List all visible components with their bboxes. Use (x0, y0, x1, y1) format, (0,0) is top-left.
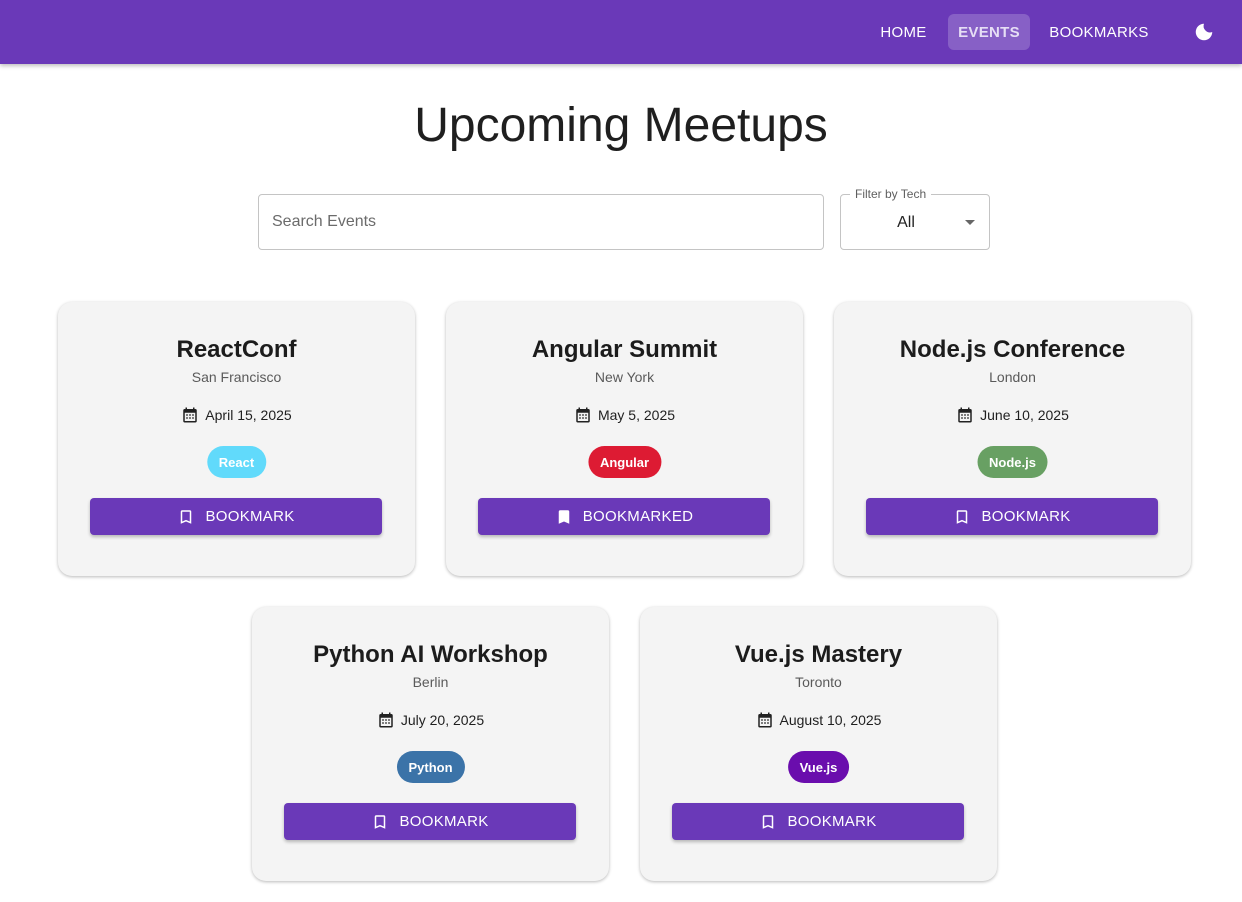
search-field[interactable] (258, 194, 824, 250)
calendar-icon (183, 407, 198, 423)
bookmark-filled-icon (558, 509, 569, 524)
event-date: May 5, 2025 (446, 406, 803, 424)
event-location: San Francisco (191, 369, 282, 385)
filter-value: All (897, 214, 915, 231)
page-title: Upcoming Meetups (414, 99, 828, 152)
bookmark-outline-icon (181, 509, 192, 524)
bookmark-button[interactable]: BOOKMARK (672, 803, 964, 840)
tech-tag: React (206, 446, 267, 478)
event-date: April 15, 2025 (58, 406, 415, 424)
bookmark-button[interactable]: BOOKMARK (866, 498, 1158, 535)
bookmark-button[interactable]: BOOKMARK (284, 803, 576, 840)
event-location: New York (594, 369, 655, 385)
bookmark-button-label: BOOKMARK (205, 508, 295, 525)
event-card: Python AI Workshop Berlin July 20, 2025 … (252, 607, 609, 881)
bookmark-outline-icon (763, 814, 774, 829)
bookmark-button[interactable]: BOOKMARK (90, 498, 382, 535)
tech-tag: Python (396, 751, 465, 783)
bookmark-button-label: BOOKMARK (399, 813, 489, 830)
theme-toggle-button[interactable] (1188, 16, 1220, 48)
app-bar: HOME EVENTS BOOKMARKS (0, 0, 1242, 64)
tech-filter-select[interactable]: Filter by Tech All (840, 187, 990, 250)
bookmarked-button[interactable]: BOOKMARKED (478, 498, 770, 535)
calendar-icon (757, 712, 772, 728)
event-date-text: April 15, 2025 (205, 407, 292, 423)
calendar-icon (958, 407, 972, 423)
event-location: Toronto (795, 674, 842, 690)
bookmark-button-label: BOOKMARKED (582, 508, 694, 525)
nav-bookmarks[interactable]: BOOKMARKS (1040, 14, 1158, 50)
bookmark-button-label: BOOKMARK (787, 813, 877, 830)
event-card: Angular Summit New York May 5, 2025 Angu… (446, 302, 803, 576)
moon-icon (1195, 23, 1213, 41)
bookmark-outline-icon (375, 814, 386, 829)
search-input[interactable] (259, 195, 823, 249)
nav-events[interactable]: EVENTS (948, 14, 1030, 50)
event-location: London (989, 369, 1036, 385)
event-date-text: August 10, 2025 (779, 712, 882, 728)
event-title: Vue.js Mastery (734, 641, 903, 668)
tech-tag: Vue.js (787, 751, 850, 783)
event-title: Python AI Workshop (313, 641, 548, 668)
event-date-text: June 10, 2025 (980, 407, 1069, 423)
event-title: Angular Summit (531, 336, 718, 363)
tech-tag: Angular (587, 446, 662, 478)
event-card: Vue.js Mastery Toronto August 10, 2025 V… (640, 607, 997, 881)
calendar-icon (379, 712, 393, 728)
event-date: July 20, 2025 (252, 711, 609, 729)
calendar-icon (576, 407, 590, 423)
event-date: June 10, 2025 (834, 406, 1191, 424)
event-card: ReactConf San Francisco April 15, 2025 R… (58, 302, 415, 576)
event-date-text: May 5, 2025 (597, 407, 676, 423)
event-title: ReactConf (176, 336, 297, 363)
event-card: Node.js Conference London June 10, 2025 … (834, 302, 1191, 576)
bookmark-outline-icon (957, 509, 968, 524)
event-date-text: July 20, 2025 (400, 712, 485, 728)
tech-tag: Node.js (977, 446, 1048, 478)
event-date: August 10, 2025 (640, 711, 997, 729)
event-title: Node.js Conference (899, 336, 1126, 363)
event-location: Berlin (412, 674, 449, 690)
nav-home[interactable]: HOME (870, 14, 937, 50)
dropdown-arrow-icon (965, 220, 975, 225)
bookmark-button-label: BOOKMARK (981, 508, 1071, 525)
